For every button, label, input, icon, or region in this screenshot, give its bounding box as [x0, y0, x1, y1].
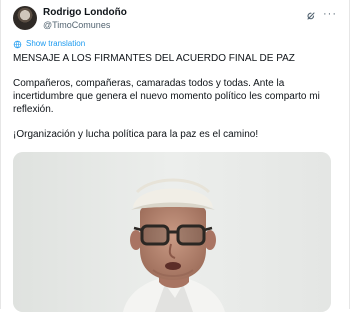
tweet-header: Rodrigo Londoño @TimoComunes ··· [13, 6, 337, 36]
video-thumbnail[interactable] [13, 152, 331, 312]
tweet-paragraph: ¡Organización y lucha política para la p… [13, 129, 259, 140]
show-translation-link[interactable]: Show translation [13, 38, 85, 50]
author-handle[interactable]: @TimoComunes [43, 19, 127, 31]
tweet-text: MENSAJE A LOS FIRMANTES DEL ACUERDO FINA… [13, 52, 339, 141]
tweet-paragraph: MENSAJE A LOS FIRMANTES DEL ACUERDO FINA… [13, 53, 295, 64]
show-translation-label[interactable]: Show translation [26, 39, 85, 49]
more-icon[interactable]: ··· [323, 8, 337, 20]
video-frame-image [13, 152, 331, 312]
tweet-card[interactable]: Rodrigo Londoño @TimoComunes ··· Show tr… [0, 0, 350, 312]
globe-icon [13, 40, 22, 48]
avatar[interactable] [13, 6, 37, 30]
author-info[interactable]: Rodrigo Londoño @TimoComunes [43, 7, 127, 31]
grok-icon[interactable] [305, 10, 317, 22]
author-display-name[interactable]: Rodrigo Londoño [43, 7, 127, 19]
tweet-paragraph: Compañeros, compañeras, camaradas todos … [13, 78, 320, 115]
